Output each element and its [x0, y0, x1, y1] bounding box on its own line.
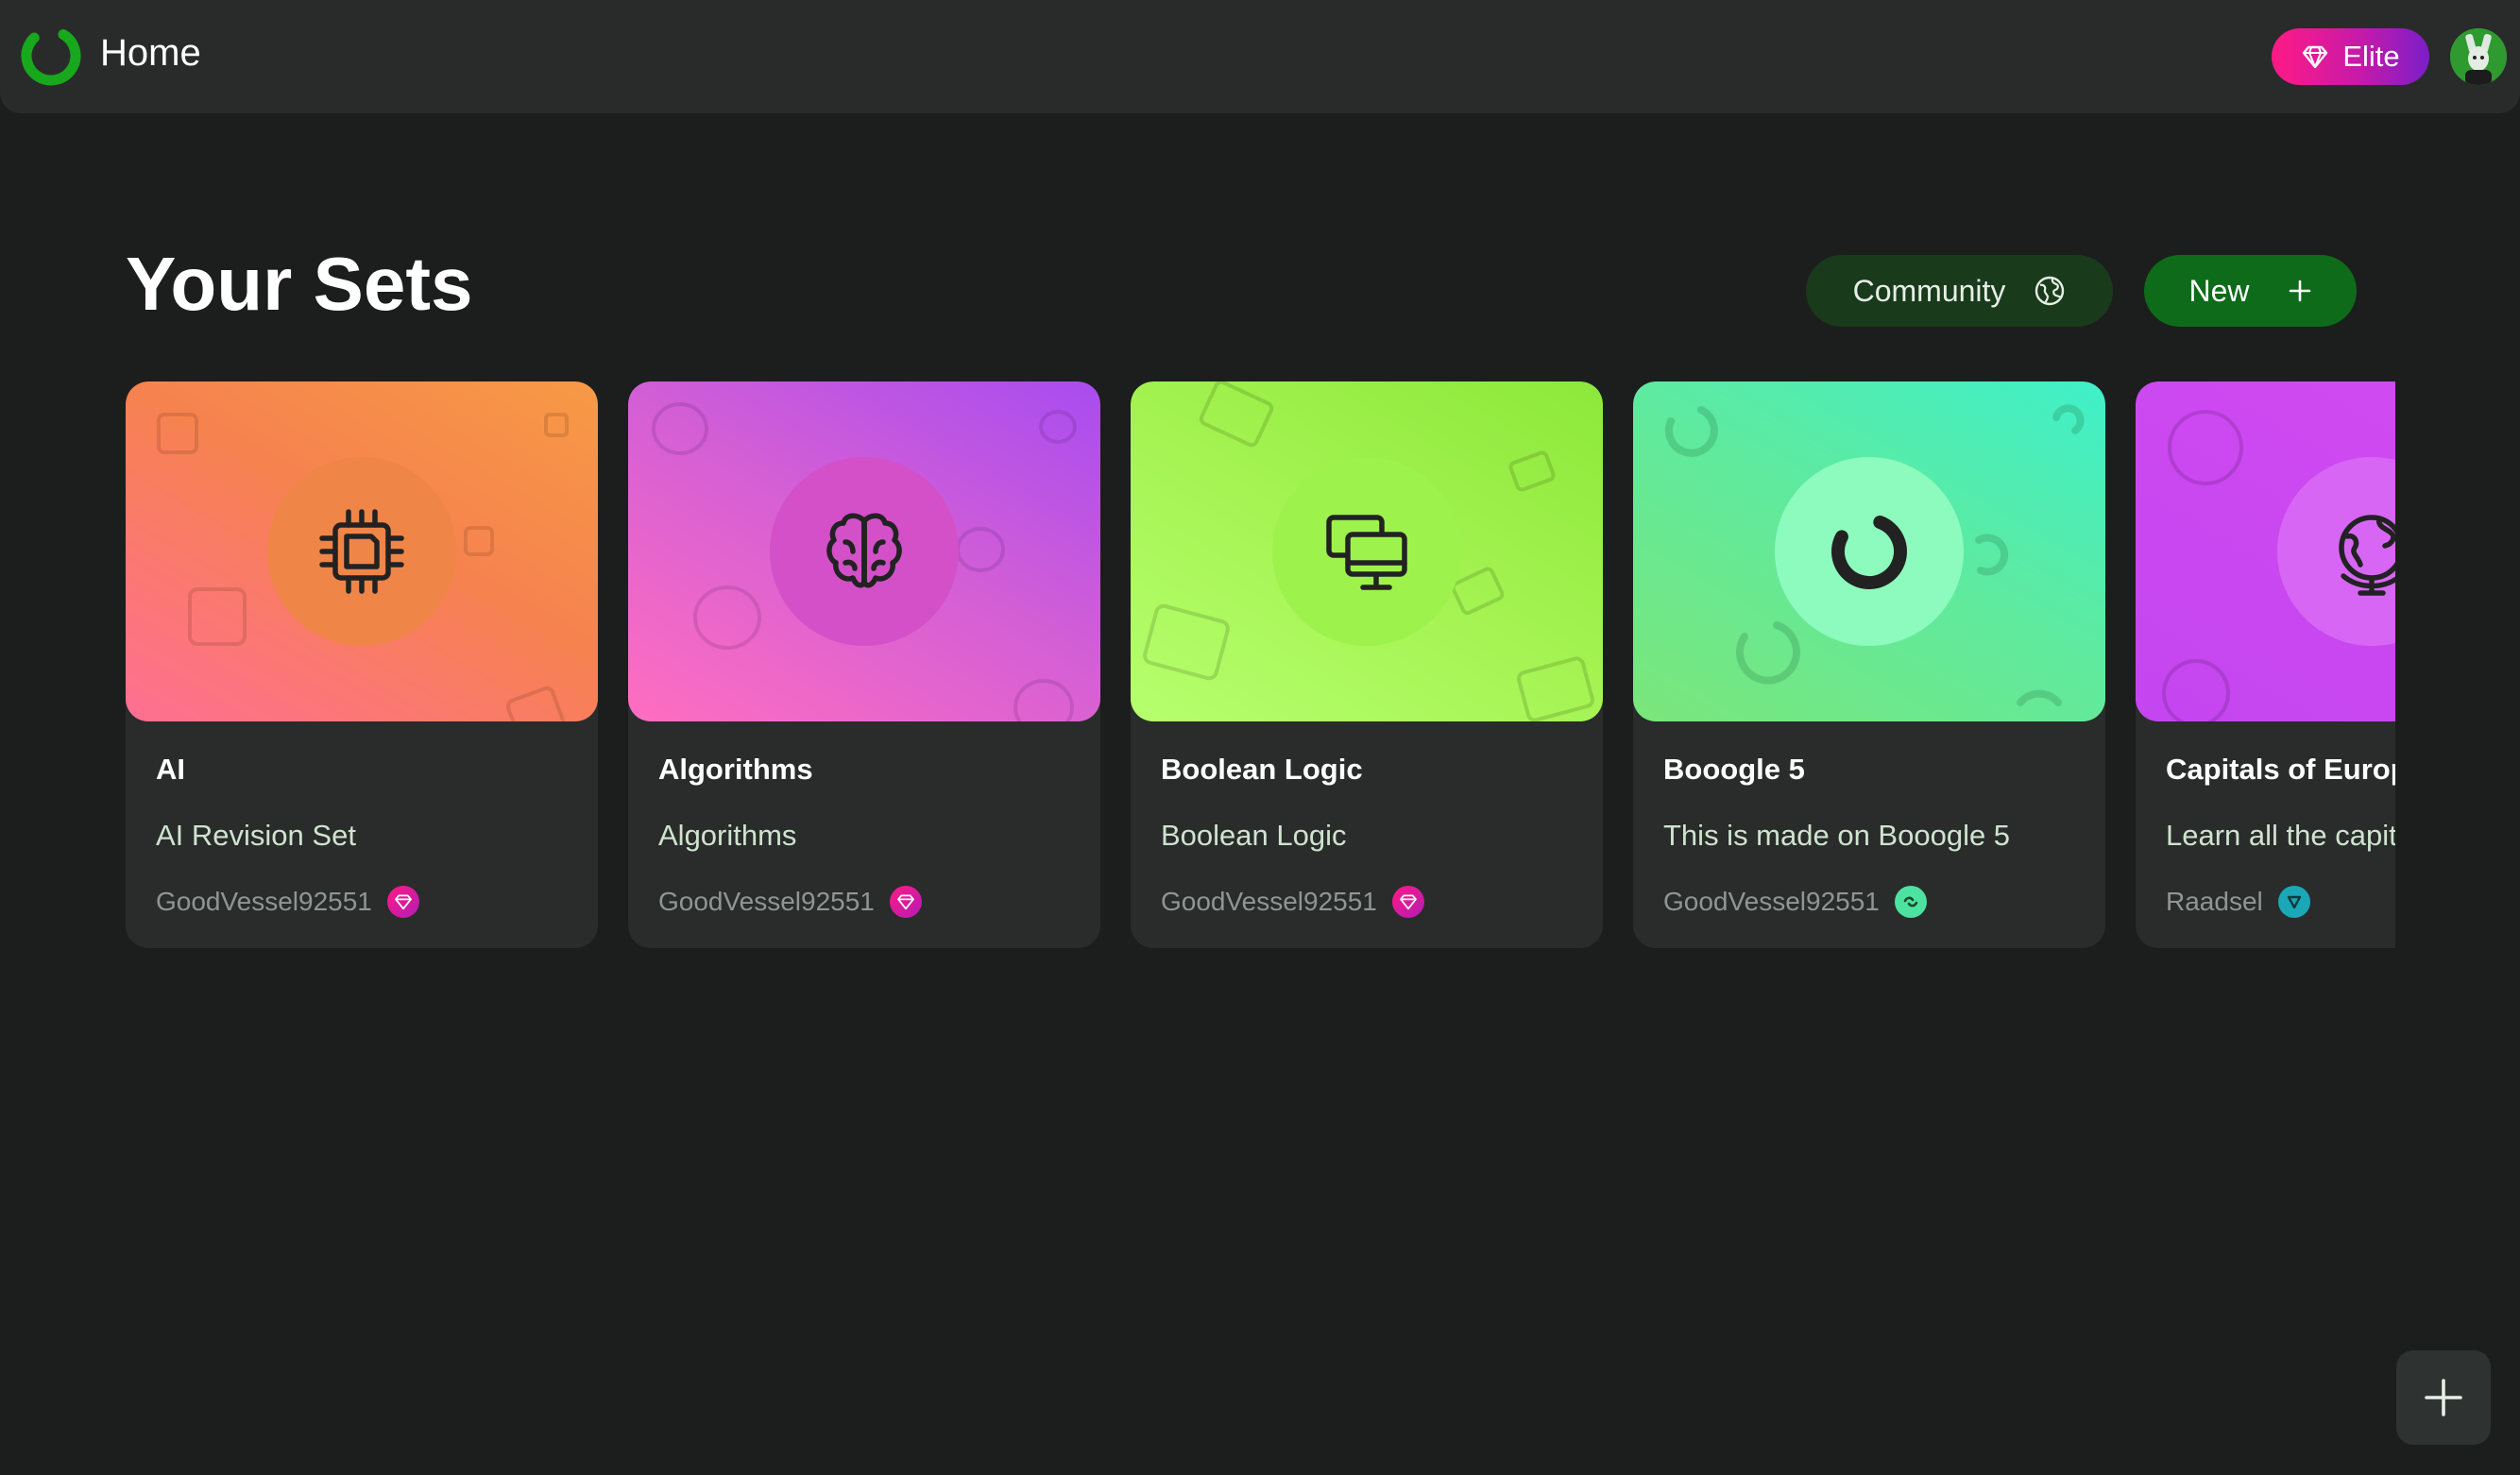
card-title: Booogle 5: [1663, 753, 1805, 786]
set-card-capitals-of-europe[interactable]: Capitals of Europe Learn all the capital…: [2136, 381, 2395, 948]
card-title: Boolean Logic: [1161, 753, 1363, 786]
card-author: GoodVessel92551: [1663, 886, 1927, 918]
card-description: Boolean Logic: [1161, 819, 1347, 852]
cpu-chip-icon: [319, 509, 404, 594]
spinner-ring-logo-icon[interactable]: [19, 24, 83, 88]
card-banner: [126, 381, 598, 721]
elite-diamond-badge-icon: [386, 886, 419, 918]
elite-diamond-badge-icon: [889, 886, 922, 918]
card-banner: [1131, 381, 1603, 721]
spinner-icon: [1831, 514, 1907, 589]
author-name: GoodVessel92551: [156, 887, 372, 916]
top-bar: Home Elite: [0, 0, 2520, 113]
brain-icon: [826, 513, 902, 588]
card-banner: [2136, 381, 2395, 721]
set-card-algorithms[interactable]: Algorithms Algorithms GoodVessel92551: [628, 381, 1100, 948]
page-header-title: Home: [100, 32, 201, 74]
teal-badge-icon: [2277, 886, 2310, 918]
plus-icon: [2289, 280, 2310, 302]
card-description: This is made on Booogle 5: [1663, 819, 2011, 852]
community-button[interactable]: Community: [1806, 255, 2113, 327]
new-label: New: [2188, 273, 2250, 308]
floating-add-button[interactable]: [2396, 1350, 2491, 1445]
author-name: GoodVessel92551: [1161, 887, 1377, 916]
elite-label: Elite: [2342, 40, 2400, 73]
card-author: GoodVessel92551: [1161, 886, 1424, 918]
card-author: Raadsel: [2166, 886, 2310, 918]
plus-icon: [2425, 1379, 2462, 1416]
card-description: AI Revision Set: [156, 819, 356, 852]
author-name: GoodVessel92551: [1663, 887, 1880, 916]
card-description: Learn all the capitals of Europe: [2166, 819, 2395, 852]
elite-diamond-badge-icon: [1391, 886, 1424, 918]
elite-button[interactable]: Elite: [2272, 28, 2429, 85]
new-set-button[interactable]: New: [2144, 255, 2357, 327]
card-title: AI: [156, 753, 185, 786]
globe-icon: [2035, 276, 2065, 306]
card-banner: [1633, 381, 2105, 721]
diamond-icon: [2303, 45, 2328, 69]
computers-icon: [1326, 515, 1407, 590]
community-label: Community: [1852, 273, 2006, 308]
card-author: GoodVessel92551: [658, 886, 922, 918]
set-card-booogle-5[interactable]: Booogle 5 This is made on Booogle 5 Good…: [1633, 381, 2105, 948]
author-name: GoodVessel92551: [658, 887, 875, 916]
card-title: Capitals of Europe: [2166, 753, 2395, 786]
set-card-boolean-logic[interactable]: Boolean Logic Boolean Logic GoodVessel92…: [1131, 381, 1603, 948]
globe-icon: [2339, 515, 2395, 596]
green-badge-icon: [1894, 886, 1927, 918]
avatar[interactable]: [2450, 28, 2507, 85]
card-title: Algorithms: [658, 753, 813, 786]
user-avatar-icon: [2450, 28, 2507, 85]
card-description: Algorithms: [658, 819, 797, 852]
page-title: Your Sets: [126, 242, 473, 326]
card-author: GoodVessel92551: [156, 886, 419, 918]
card-banner: [628, 381, 1100, 721]
set-card-ai[interactable]: AI AI Revision Set GoodVessel92551: [126, 381, 598, 948]
sets-carousel[interactable]: AI AI Revision Set GoodVessel92551 Algor…: [126, 381, 2395, 948]
author-name: Raadsel: [2166, 887, 2263, 916]
